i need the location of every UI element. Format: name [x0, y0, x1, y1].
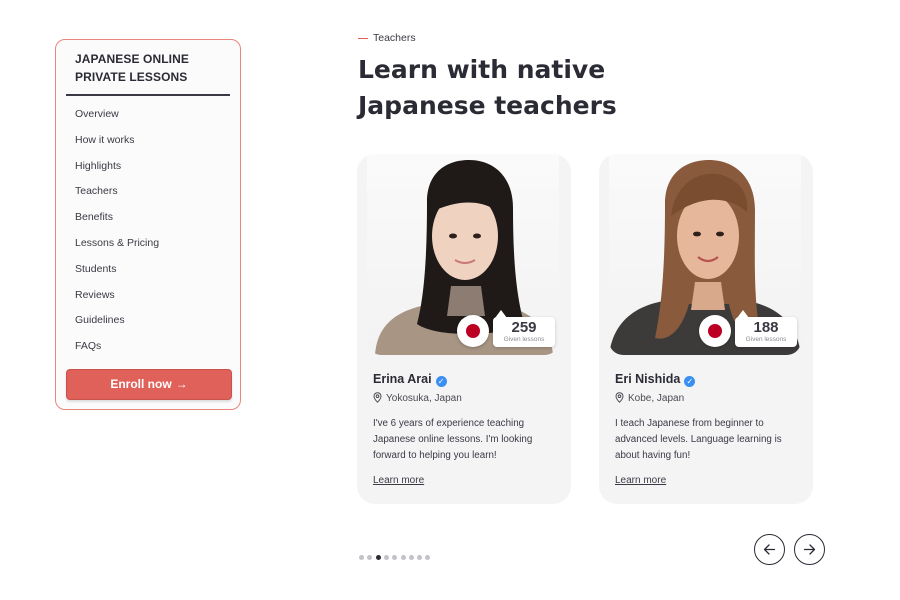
sidebar-divider	[66, 94, 230, 96]
arrow-left-icon	[763, 544, 776, 555]
lessons-badge: 259 Given lessons	[493, 310, 555, 347]
teacher-card: 188 Given lessons Eri Nishida ✓ Kobe, Jap…	[599, 154, 813, 504]
sidebar-item-benefits[interactable]: Benefits	[75, 205, 225, 231]
teacher-location-text: Kobe, Japan	[628, 393, 685, 404]
sidebar-item-highlights[interactable]: Highlights	[75, 154, 225, 180]
location-pin-icon	[615, 392, 624, 403]
teacher-bio: I've 6 years of experience teaching Japa…	[373, 418, 533, 461]
teacher-location: Yokosuka, Japan	[373, 392, 462, 404]
teacher-location-text: Yokosuka, Japan	[386, 393, 462, 404]
arrow-right-icon	[803, 544, 816, 555]
verified-check-icon: ✓	[684, 376, 696, 387]
carousel-dot[interactable]	[425, 555, 431, 560]
teacher-name-text: Eri Nishida	[615, 372, 681, 386]
location-pin-icon	[373, 392, 382, 403]
lessons-label: Given lessons	[503, 336, 545, 343]
sidebar-nav: Overview How it works Highlights Teacher…	[75, 102, 225, 360]
japan-flag-icon	[699, 315, 731, 347]
enroll-now-button[interactable]: Enroll now →	[66, 369, 232, 400]
carousel-dot[interactable]	[392, 555, 398, 560]
sidebar-item-reviews[interactable]: Reviews	[75, 283, 225, 309]
section-eyebrow: Teachers	[358, 32, 416, 44]
sidebar-item-overview[interactable]: Overview	[75, 102, 225, 128]
teacher-card: 259 Given lessons Erina Arai ✓ Yokosuka, …	[357, 154, 571, 504]
learn-more-link[interactable]: Learn more	[373, 475, 424, 486]
lessons-count: 259	[511, 319, 537, 336]
teacher-name: Eri Nishida ✓	[615, 372, 696, 387]
lessons-label: Given lessons	[745, 336, 787, 343]
sidebar-item-lessons-pricing[interactable]: Lessons & Pricing	[75, 231, 225, 257]
eyebrow-dash	[358, 37, 368, 39]
carousel-dot[interactable]	[408, 555, 414, 560]
section-heading: Learn with native Japanese teachers	[358, 55, 617, 120]
arrow-right-icon: →	[175, 377, 188, 391]
eyebrow-label: Teachers	[373, 32, 416, 44]
sidebar-title: JAPANESE ONLINE PRIVATE LESSONS	[75, 52, 189, 84]
enroll-now-label: Enroll now	[110, 377, 172, 391]
sidebar-item-guidelines[interactable]: Guidelines	[75, 308, 225, 334]
verified-check-icon: ✓	[435, 376, 447, 387]
teacher-name: Erina Arai ✓	[373, 372, 447, 387]
japan-flag-icon	[457, 315, 489, 347]
sidebar: JAPANESE ONLINE PRIVATE LESSONS Overview…	[55, 39, 241, 410]
teacher-name-text: Erina Arai	[373, 372, 432, 386]
lessons-count: 188	[753, 319, 779, 336]
carousel-dot[interactable]	[367, 555, 373, 560]
carousel-dot[interactable]	[383, 555, 389, 560]
carousel-dot[interactable]	[359, 555, 364, 560]
learn-more-link[interactable]: Learn more	[615, 475, 666, 486]
carousel-dot[interactable]	[375, 555, 381, 560]
sidebar-item-teachers[interactable]: Teachers	[75, 179, 225, 205]
carousel-dot[interactable]	[417, 555, 423, 560]
sidebar-item-how-it-works[interactable]: How it works	[75, 128, 225, 154]
carousel-dot[interactable]	[400, 555, 406, 560]
sidebar-item-students[interactable]: Students	[75, 257, 225, 283]
carousel-next-button[interactable]	[794, 534, 825, 565]
carousel-prev-button[interactable]	[754, 534, 785, 565]
sidebar-item-faqs[interactable]: FAQs	[75, 334, 225, 360]
teacher-bio: I teach Japanese from beginner to advanc…	[615, 418, 782, 461]
lessons-badge: 188 Given lessons	[735, 310, 797, 347]
teacher-location: Kobe, Japan	[615, 392, 684, 404]
